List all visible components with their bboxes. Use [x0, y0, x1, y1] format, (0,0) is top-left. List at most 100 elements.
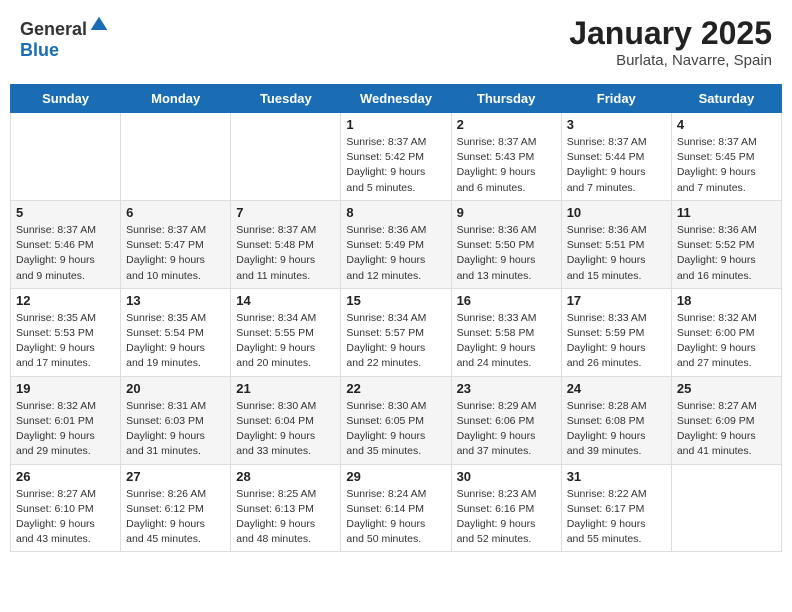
calendar-cell: 31 Sunrise: 8:22 AM Sunset: 6:17 PM Dayli…	[561, 464, 671, 552]
day-number: 6	[126, 205, 225, 220]
day-info: Sunrise: 8:36 AM Sunset: 5:52 PM Dayligh…	[677, 223, 776, 284]
calendar-cell	[121, 113, 231, 201]
day-number: 14	[236, 293, 335, 308]
calendar-cell: 10Sunrise: 8:36 AM Sunset: 5:51 PM Dayli…	[561, 200, 671, 288]
day-number: 9	[457, 205, 556, 220]
calendar-cell: 2 Sunrise: 8:37 AM Sunset: 5:43 PM Daylig…	[451, 113, 561, 201]
calendar-cell: 22 Sunrise: 8:30 AM Sunset: 6:05 PM Dayli…	[341, 376, 451, 464]
day-number: 29	[346, 469, 445, 484]
page-header: General Blue January 2025 Burlata, Navar…	[10, 10, 782, 74]
calendar-cell: 1Sunrise: 8:37 AM Sunset: 5:42 PM Daylig…	[341, 113, 451, 201]
day-number: 10	[567, 205, 666, 220]
weekday-header: Wednesday	[341, 85, 451, 113]
day-number: 26	[16, 469, 115, 484]
calendar-cell	[231, 113, 341, 201]
day-number: 13	[126, 293, 225, 308]
day-number: 22	[346, 381, 445, 396]
calendar-cell: 24 Sunrise: 8:28 AM Sunset: 6:08 PM Dayli…	[561, 376, 671, 464]
calendar-cell: 20 Sunrise: 8:31 AM Sunset: 6:03 PM Dayli…	[121, 376, 231, 464]
calendar-cell	[671, 464, 781, 552]
day-number: 23	[457, 381, 556, 396]
day-info: Sunrise: 8:37 AM Sunset: 5:43 PM Dayligh…	[457, 135, 556, 196]
calendar-cell: 6 Sunrise: 8:37 AM Sunset: 5:47 PM Daylig…	[121, 200, 231, 288]
calendar-cell: 5 Sunrise: 8:37 AM Sunset: 5:46 PM Daylig…	[11, 200, 121, 288]
weekday-header: Friday	[561, 85, 671, 113]
weekday-header: Monday	[121, 85, 231, 113]
day-info: Sunrise: 8:37 AM Sunset: 5:46 PM Dayligh…	[16, 223, 115, 284]
calendar-cell: 26 Sunrise: 8:27 AM Sunset: 6:10 PM Dayli…	[11, 464, 121, 552]
day-number: 19	[16, 381, 115, 396]
day-info: Sunrise: 8:25 AM Sunset: 6:13 PM Dayligh…	[236, 487, 335, 548]
month-title: January 2025	[569, 15, 772, 52]
calendar-cell: 28 Sunrise: 8:25 AM Sunset: 6:13 PM Dayli…	[231, 464, 341, 552]
day-number: 31	[567, 469, 666, 484]
day-info: Sunrise: 8:24 AM Sunset: 6:14 PM Dayligh…	[346, 487, 445, 548]
day-info: Sunrise: 8:37 AM Sunset: 5:45 PM Dayligh…	[677, 135, 776, 196]
day-number: 20	[126, 381, 225, 396]
day-number: 12	[16, 293, 115, 308]
day-info: Sunrise: 8:22 AM Sunset: 6:17 PM Dayligh…	[567, 487, 666, 548]
day-number: 24	[567, 381, 666, 396]
day-info: Sunrise: 8:30 AM Sunset: 6:05 PM Dayligh…	[346, 399, 445, 460]
calendar-cell: 14Sunrise: 8:34 AM Sunset: 5:55 PM Dayli…	[231, 288, 341, 376]
day-number: 15	[346, 293, 445, 308]
calendar-cell: 9 Sunrise: 8:36 AM Sunset: 5:50 PM Daylig…	[451, 200, 561, 288]
weekday-header: Saturday	[671, 85, 781, 113]
day-info: Sunrise: 8:37 AM Sunset: 5:42 PM Dayligh…	[346, 135, 445, 196]
weekday-header: Sunday	[11, 85, 121, 113]
day-info: Sunrise: 8:27 AM Sunset: 6:10 PM Dayligh…	[16, 487, 115, 548]
calendar-cell: 11 Sunrise: 8:36 AM Sunset: 5:52 PM Dayli…	[671, 200, 781, 288]
day-info: Sunrise: 8:34 AM Sunset: 5:57 PM Dayligh…	[346, 311, 445, 372]
day-info: Sunrise: 8:37 AM Sunset: 5:48 PM Dayligh…	[236, 223, 335, 284]
calendar-cell: 15 Sunrise: 8:34 AM Sunset: 5:57 PM Dayli…	[341, 288, 451, 376]
calendar-cell: 3Sunrise: 8:37 AM Sunset: 5:44 PM Daylig…	[561, 113, 671, 201]
calendar-cell: 29 Sunrise: 8:24 AM Sunset: 6:14 PM Dayli…	[341, 464, 451, 552]
calendar-cell: 30 Sunrise: 8:23 AM Sunset: 6:16 PM Dayli…	[451, 464, 561, 552]
calendar-cell: 18 Sunrise: 8:32 AM Sunset: 6:00 PM Dayli…	[671, 288, 781, 376]
day-info: Sunrise: 8:37 AM Sunset: 5:47 PM Dayligh…	[126, 223, 225, 284]
calendar-week-row: 1Sunrise: 8:37 AM Sunset: 5:42 PM Daylig…	[11, 113, 782, 201]
title-block: January 2025 Burlata, Navarre, Spain	[569, 15, 772, 69]
day-info: Sunrise: 8:37 AM Sunset: 5:44 PM Dayligh…	[567, 135, 666, 196]
calendar-cell: 19 Sunrise: 8:32 AM Sunset: 6:01 PM Dayli…	[11, 376, 121, 464]
day-number: 2	[457, 117, 556, 132]
calendar-cell: 25Sunrise: 8:27 AM Sunset: 6:09 PM Dayli…	[671, 376, 781, 464]
logo-icon	[89, 15, 109, 35]
day-info: Sunrise: 8:32 AM Sunset: 6:01 PM Dayligh…	[16, 399, 115, 460]
weekday-header-row: SundayMondayTuesdayWednesdayThursdayFrid…	[11, 85, 782, 113]
day-number: 5	[16, 205, 115, 220]
day-number: 30	[457, 469, 556, 484]
day-number: 27	[126, 469, 225, 484]
calendar-week-row: 12 Sunrise: 8:35 AM Sunset: 5:53 PM Dayli…	[11, 288, 782, 376]
location: Burlata, Navarre, Spain	[569, 52, 772, 69]
day-info: Sunrise: 8:35 AM Sunset: 5:53 PM Dayligh…	[16, 311, 115, 372]
calendar-cell: 17Sunrise: 8:33 AM Sunset: 5:59 PM Dayli…	[561, 288, 671, 376]
calendar-cell: 16Sunrise: 8:33 AM Sunset: 5:58 PM Dayli…	[451, 288, 561, 376]
logo: General Blue	[20, 15, 109, 61]
day-info: Sunrise: 8:36 AM Sunset: 5:50 PM Dayligh…	[457, 223, 556, 284]
day-info: Sunrise: 8:32 AM Sunset: 6:00 PM Dayligh…	[677, 311, 776, 372]
day-info: Sunrise: 8:29 AM Sunset: 6:06 PM Dayligh…	[457, 399, 556, 460]
calendar-cell: 7Sunrise: 8:37 AM Sunset: 5:48 PM Daylig…	[231, 200, 341, 288]
calendar-cell: 21Sunrise: 8:30 AM Sunset: 6:04 PM Dayli…	[231, 376, 341, 464]
day-number: 11	[677, 205, 776, 220]
day-info: Sunrise: 8:28 AM Sunset: 6:08 PM Dayligh…	[567, 399, 666, 460]
day-info: Sunrise: 8:36 AM Sunset: 5:49 PM Dayligh…	[346, 223, 445, 284]
day-number: 21	[236, 381, 335, 396]
calendar-table: SundayMondayTuesdayWednesdayThursdayFrid…	[10, 84, 782, 552]
day-info: Sunrise: 8:31 AM Sunset: 6:03 PM Dayligh…	[126, 399, 225, 460]
logo-blue: Blue	[20, 40, 59, 60]
calendar-cell: 27Sunrise: 8:26 AM Sunset: 6:12 PM Dayli…	[121, 464, 231, 552]
day-number: 8	[346, 205, 445, 220]
day-number: 18	[677, 293, 776, 308]
weekday-header: Thursday	[451, 85, 561, 113]
calendar-cell: 4Sunrise: 8:37 AM Sunset: 5:45 PM Daylig…	[671, 113, 781, 201]
calendar-cell: 13Sunrise: 8:35 AM Sunset: 5:54 PM Dayli…	[121, 288, 231, 376]
calendar-week-row: 26 Sunrise: 8:27 AM Sunset: 6:10 PM Dayli…	[11, 464, 782, 552]
day-info: Sunrise: 8:23 AM Sunset: 6:16 PM Dayligh…	[457, 487, 556, 548]
weekday-header: Tuesday	[231, 85, 341, 113]
day-info: Sunrise: 8:33 AM Sunset: 5:59 PM Dayligh…	[567, 311, 666, 372]
day-info: Sunrise: 8:33 AM Sunset: 5:58 PM Dayligh…	[457, 311, 556, 372]
calendar-week-row: 5 Sunrise: 8:37 AM Sunset: 5:46 PM Daylig…	[11, 200, 782, 288]
day-number: 28	[236, 469, 335, 484]
